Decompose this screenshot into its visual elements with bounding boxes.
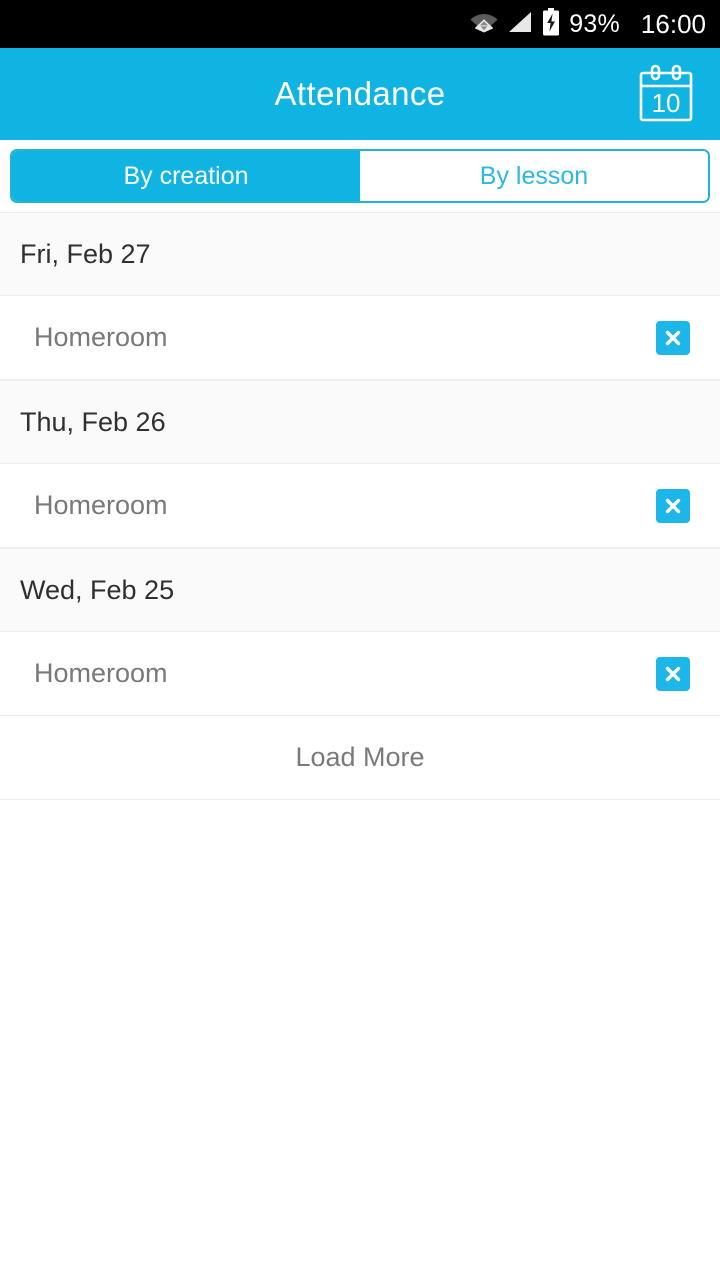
delete-button[interactable]: [656, 320, 690, 355]
status-bar: 93% 16:00: [0, 0, 720, 48]
list-item-label: Homeroom: [34, 322, 168, 352]
date-header: Thu, Feb 26: [0, 380, 720, 464]
wifi-icon: [470, 11, 498, 38]
list-item-label: Homeroom: [34, 658, 168, 688]
status-icon-group: 93% 16:00: [470, 7, 706, 41]
date-header-label: Thu, Feb 26: [20, 406, 166, 437]
view-mode-tabs: By creation By lesson: [10, 149, 710, 203]
close-icon: [665, 666, 681, 681]
calendar-button[interactable]: 10: [634, 62, 698, 126]
attendance-list: Fri, Feb 27 Homeroom Thu, Feb 26 Homeroo…: [0, 212, 720, 800]
status-clock: 16:00: [640, 8, 706, 39]
page-title: Attendance: [274, 75, 446, 112]
list-item[interactable]: Homeroom: [0, 464, 720, 548]
close-icon: [665, 498, 681, 513]
load-more-label: Load More: [295, 742, 425, 772]
battery-percent-label: 93%: [569, 9, 620, 38]
date-header: Wed, Feb 25: [0, 548, 720, 632]
cellular-signal-icon: [507, 11, 533, 38]
load-more-button[interactable]: Load More: [0, 716, 720, 800]
delete-button[interactable]: [656, 656, 690, 691]
calendar-icon: 10: [639, 64, 693, 122]
close-icon: [665, 330, 681, 345]
tab-by-lesson-label: By lesson: [479, 161, 589, 190]
date-header-label: Fri, Feb 27: [20, 238, 151, 269]
tab-by-lesson[interactable]: By lesson: [360, 151, 708, 201]
list-item-label: Homeroom: [34, 490, 168, 520]
battery-charging-icon: [542, 7, 560, 41]
attendance-screen: 93% 16:00 Attendance 10 By creation By l…: [0, 0, 720, 1280]
tab-by-creation-label: By creation: [123, 161, 249, 190]
app-bar: Attendance 10: [0, 48, 720, 140]
tab-by-creation[interactable]: By creation: [12, 151, 360, 201]
list-item[interactable]: Homeroom: [0, 296, 720, 380]
calendar-day-label: 10: [652, 88, 681, 118]
date-header: Fri, Feb 27: [0, 212, 720, 296]
date-header-label: Wed, Feb 25: [20, 574, 175, 605]
list-item[interactable]: Homeroom: [0, 632, 720, 716]
delete-button[interactable]: [656, 488, 690, 523]
